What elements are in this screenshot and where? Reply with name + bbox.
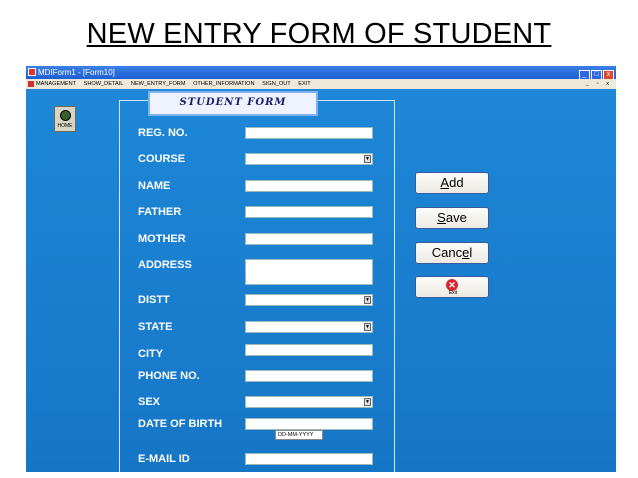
menu-other-information[interactable]: OTHER_INFORMATION: [193, 81, 254, 87]
course-dropdown[interactable]: ▼: [245, 153, 373, 165]
home-label: HOME: [57, 123, 73, 129]
child-window-controls[interactable]: _ ▫ x: [586, 79, 612, 89]
app-icon: [28, 68, 36, 76]
email-id-input[interactable]: [245, 453, 373, 465]
father-input[interactable]: [245, 206, 373, 218]
mother-input[interactable]: [245, 233, 373, 245]
label-sex: SEX: [138, 396, 161, 408]
reg-no-input[interactable]: [245, 127, 373, 139]
city-input[interactable]: [245, 344, 373, 356]
mdi-child-icon: [28, 81, 34, 87]
form-caption: STUDENT FORM: [148, 91, 318, 116]
house-icon: [60, 110, 71, 121]
menu-new-entry-form[interactable]: NEW_ENTRY_FORM: [131, 81, 186, 87]
name-input[interactable]: [245, 180, 373, 192]
label-address: ADDRESS: [138, 259, 192, 271]
slide-title: NEW ENTRY FORM OF STUDENT: [86, 18, 552, 50]
label-reg-no: REG. NO.: [138, 127, 188, 139]
exit-label: Exit: [448, 290, 458, 296]
label-distt: DISTT: [138, 294, 170, 306]
app-window: MDIForm1 - [Form10] _ □ x MANAGEMENT SHOW_…: [26, 66, 616, 472]
label-name: NAME: [138, 180, 171, 192]
menu-show-detail[interactable]: SHOW_DETAIL: [84, 81, 124, 87]
phone-no-input[interactable]: [245, 370, 373, 382]
state-dropdown[interactable]: ▼: [245, 321, 373, 333]
label-father: FATHER: [138, 206, 182, 218]
chevron-down-icon: ▼: [364, 296, 371, 304]
exit-button[interactable]: ✕ Exit: [415, 276, 489, 298]
menu-management[interactable]: MANAGEMENT: [36, 81, 76, 87]
sex-dropdown[interactable]: ▼: [245, 396, 373, 408]
window-titlebar[interactable]: MDIForm1 - [Form10] _ □ x: [26, 66, 616, 80]
label-date-of-birth: DATE OF BIRTH: [138, 418, 223, 430]
chevron-down-icon: ▼: [364, 323, 371, 331]
date-of-birth-input[interactable]: [245, 418, 373, 430]
chevron-down-icon: ▼: [364, 398, 371, 406]
window-title: MDIForm1 - [Form10]: [38, 68, 115, 77]
distt-dropdown[interactable]: ▼: [245, 294, 373, 306]
menu-bar: MANAGEMENT SHOW_DETAIL NEW_ENTRY_FORM OT…: [26, 79, 616, 89]
home-button[interactable]: HOME: [54, 106, 76, 132]
add-button[interactable]: Add: [415, 172, 489, 194]
cancel-button[interactable]: Cancel: [415, 242, 489, 264]
menu-sign-out[interactable]: SIGN_OUT: [262, 81, 291, 87]
label-course: COURSE: [138, 153, 186, 165]
label-city: CITY: [138, 348, 164, 360]
menu-exit[interactable]: EXIT: [298, 81, 310, 87]
label-state: STATE: [138, 321, 173, 333]
chevron-down-icon: ▼: [364, 155, 371, 163]
save-button[interactable]: Save: [415, 207, 489, 229]
dob-format-hint: DD-MM-YYYY: [275, 430, 323, 440]
label-email-id: E-MAIL ID: [138, 453, 190, 465]
label-mother: MOTHER: [138, 233, 186, 245]
label-phone-no: PHONE NO.: [138, 370, 200, 382]
address-textarea[interactable]: [245, 259, 373, 285]
